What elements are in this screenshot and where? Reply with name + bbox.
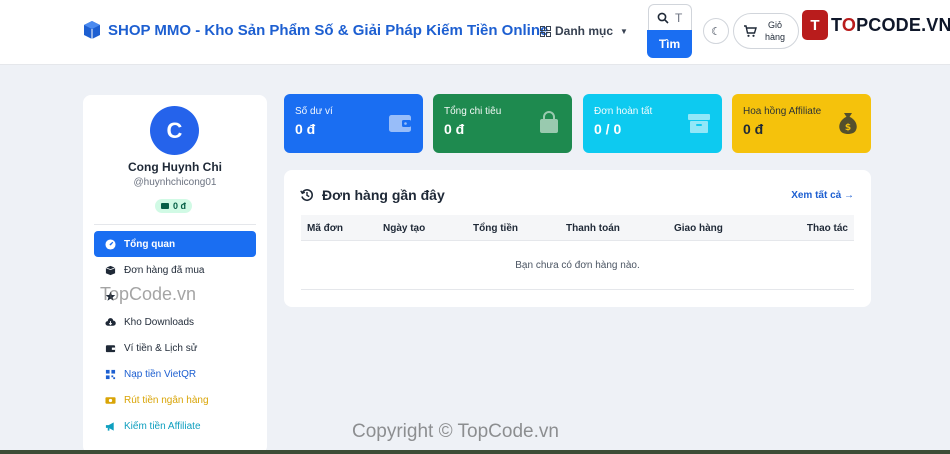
cart-label: Giỏ hàng [765, 19, 785, 43]
profile-sidebar: C Cong Huynh Chi @huynhchicong01 0 đ Tổn… [83, 95, 267, 454]
column-header: Tổng tiền [473, 223, 518, 234]
category-menu-label: Danh mục [555, 24, 614, 38]
stat-card-affiliate: Hoa hồng Affiliate 0 đ $ [732, 94, 871, 153]
balance-value: 0 đ [173, 201, 187, 211]
stat-card-wallet: Số dư ví 0 đ [284, 94, 423, 153]
orders-empty-message: Bạn chưa có đơn hàng nào. [301, 242, 854, 290]
sidebar-item-withdraw[interactable]: Rút tiền ngân hàng [94, 387, 256, 413]
sidebar-item-topup[interactable]: Nạp tiền VietQR [94, 361, 256, 387]
money-icon [104, 394, 116, 406]
gauge-icon [104, 238, 116, 250]
sidebar-item-label: Đơn hàng đã mua [124, 264, 205, 276]
column-header: Ngày tạo [383, 223, 426, 234]
category-menu[interactable]: Danh mục ▼ [540, 24, 628, 38]
archive-box-icon [688, 114, 710, 133]
cart-label-line2: hàng [765, 32, 786, 42]
brand-link[interactable]: SHOP MMO - Kho Sản Phẩm Số & Giải Pháp K… [82, 20, 548, 40]
stat-card-spent: Tổng chi tiêu 0 đ [433, 94, 572, 153]
view-all-link[interactable]: Xem tất cả → [791, 190, 854, 201]
sidebar-item-downloads[interactable]: Kho Downloads [94, 309, 256, 335]
balance-badge: 0 đ [155, 199, 193, 213]
user-name: Cong Huynh Chi [128, 160, 222, 174]
cube-icon [84, 21, 100, 39]
sidebar-item-label: Kho Downloads [124, 316, 195, 328]
search-icon [657, 12, 669, 24]
column-header: Thanh toán [566, 223, 620, 234]
search-input[interactable]: T [648, 4, 692, 30]
watermark-copyright: Copyright © TopCode.vn [352, 421, 559, 442]
stat-card-completed: Đơn hoàn tất 0 / 0 [583, 94, 722, 153]
divider [94, 224, 256, 225]
svg-text:$: $ [845, 123, 851, 133]
shopping-bag-icon [540, 111, 558, 133]
top-header: SHOP MMO - Kho Sản Phẩm Số & Giải Pháp K… [0, 0, 950, 65]
column-header: Giao hàng [674, 223, 723, 234]
sidebar-item-wallet[interactable]: Ví tiền & Lịch sử [94, 335, 256, 361]
box-icon [104, 264, 116, 276]
sidebar-item-orders[interactable]: Đơn hàng đã mua [94, 257, 256, 283]
bottom-strip [0, 450, 950, 454]
watermark-logo-mark: T [802, 10, 828, 40]
wallet-icon [389, 115, 411, 132]
wallet-icon [161, 203, 169, 209]
watermark-text: TopCode.vn [100, 284, 197, 304]
brand-title: SHOP MMO - Kho Sản Phẩm Số & Giải Pháp K… [108, 21, 549, 39]
recent-orders-title: Đơn hàng gần đây [300, 187, 445, 203]
sidebar-item-label: Rút tiền ngân hàng [124, 394, 209, 406]
sidebar-item-label: Ví tiền & Lịch sử [124, 342, 198, 354]
qr-icon [104, 368, 116, 380]
search-placeholder: T [675, 10, 683, 25]
sidebar-item-label: Nạp tiền VietQR [124, 368, 197, 380]
cart-label-line1: Giỏ [768, 20, 783, 30]
watermark-logo-text: TOPCODE.VN [831, 14, 950, 35]
cloud-download-icon [104, 316, 116, 328]
moon-icon: ☾ [711, 25, 721, 38]
recent-orders-panel: Đơn hàng gần đây Xem tất cả → Mã đơn Ngà… [284, 170, 871, 307]
money-bag-icon: $ [839, 113, 857, 134]
sidebar-item-label: Kiếm tiền Affiliate [124, 420, 201, 432]
avatar: C [150, 106, 199, 155]
search-button[interactable]: Tìm [647, 30, 692, 58]
sidebar-nav: Tổng quan Đơn hàng đã mua Kho Downloads … [94, 231, 256, 439]
column-header: Mã đơn [307, 223, 343, 234]
watermark-logo: T TOPCODE.VN [802, 8, 950, 42]
cart-icon [744, 25, 757, 37]
megaphone-icon [104, 420, 116, 432]
history-icon [300, 189, 313, 201]
sidebar-item-label: Tổng quan [124, 238, 176, 250]
orders-table-header: Mã đơn Ngày tạo Tổng tiền Thanh toán Gia… [301, 215, 854, 241]
user-handle: @huynhchicong01 [133, 177, 217, 188]
sidebar-item-overview[interactable]: Tổng quan [94, 231, 256, 257]
cart-button[interactable]: Giỏ hàng [733, 13, 799, 49]
grid-icon [540, 25, 551, 37]
recent-orders-title-text: Đơn hàng gần đây [322, 187, 445, 203]
sidebar-item-affiliate[interactable]: Kiếm tiền Affiliate [94, 413, 256, 439]
caret-down-icon: ▼ [620, 26, 628, 36]
wallet-icon [104, 342, 116, 354]
column-header: Thao tác [806, 223, 848, 234]
theme-toggle-button[interactable]: ☾ [703, 18, 729, 44]
